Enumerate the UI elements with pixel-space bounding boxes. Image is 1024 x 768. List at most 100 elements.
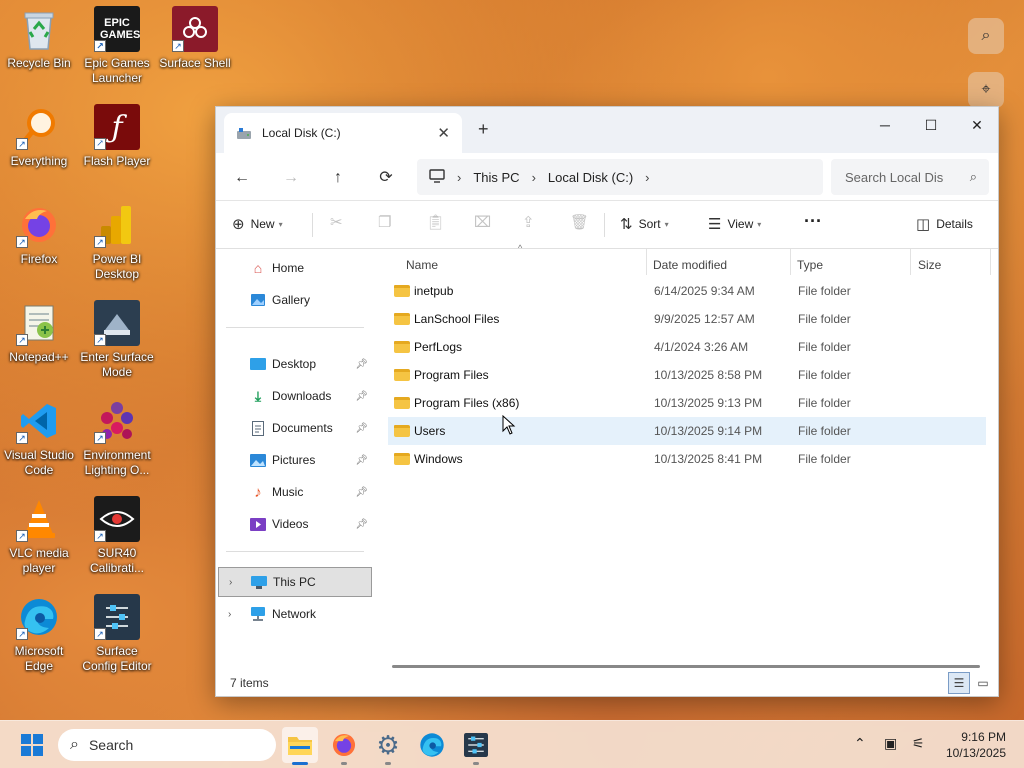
sort-button[interactable]: ⇅ Sort ▾: [620, 215, 669, 233]
pin-icon[interactable]: 📌︎: [355, 455, 368, 466]
system-clock[interactable]: 9:16 PM 10/13/2025: [946, 729, 1006, 761]
address-bar[interactable]: › This PC › Local Disk (C:) ›: [417, 159, 823, 195]
chevron-right-icon[interactable]: ›: [229, 577, 232, 588]
pin-icon[interactable]: 📌︎: [355, 519, 368, 530]
more-options-button[interactable]: ···: [804, 211, 822, 232]
horizontal-scrollbar[interactable]: [392, 665, 980, 668]
tiles-view-button[interactable]: ▭: [972, 672, 994, 694]
desktop-icon-flash-player[interactable]: ƒ ↗ Flash Player: [78, 104, 156, 200]
close-window-button[interactable]: ✕: [954, 111, 1000, 139]
settings-icon: ⚙: [376, 729, 400, 760]
edge-floating-button-bottom[interactable]: ⌖: [968, 72, 1004, 108]
file-row[interactable]: inetpub 6/14/2025 9:34 AM File folder: [388, 277, 986, 305]
up-button[interactable]: ↑: [324, 165, 352, 191]
back-button[interactable]: ←: [228, 165, 256, 191]
desktop-icon-sur40-calibration[interactable]: ↗ SUR40 Calibrati...: [78, 496, 156, 592]
nav-item-home[interactable]: ⌂ Home: [218, 253, 372, 283]
shortcut-arrow-icon: ↗: [94, 236, 106, 248]
taskbar-app-firefox[interactable]: [326, 727, 362, 765]
pin-icon[interactable]: 📌︎: [355, 359, 368, 370]
maximize-button[interactable]: ☐: [908, 111, 954, 139]
show-hidden-icons-chevron-icon[interactable]: ⌃: [854, 735, 866, 752]
file-row[interactable]: LanSchool Files 9/9/2025 12:57 AM File f…: [388, 305, 986, 333]
copy-icon[interactable]: ❐: [378, 213, 391, 231]
desktop-icon-environment-lighting[interactable]: ↗ Environment Lighting O...: [78, 398, 156, 494]
breadcrumb-this-pc[interactable]: This PC: [473, 170, 519, 185]
desktop-icon-epic-games[interactable]: EPIC GAMES ↗ Epic Games Launcher: [78, 6, 156, 102]
file-row-hovered[interactable]: Users 10/13/2025 9:14 PM File folder: [388, 417, 986, 445]
desktop-icon-enter-surface-mode[interactable]: ↗ Enter Surface Mode: [78, 300, 156, 396]
column-header-date[interactable]: Date modified: [653, 253, 727, 277]
rename-icon[interactable]: ⌧: [474, 213, 491, 231]
chevron-right-icon[interactable]: ›: [228, 609, 231, 620]
tab-local-disk[interactable]: Local Disk (C:) ✕: [224, 113, 462, 153]
edge-floating-button-top[interactable]: ⌕: [968, 18, 1004, 54]
device-status-icon[interactable]: ▣: [884, 735, 897, 752]
file-row[interactable]: Program Files 10/13/2025 8:58 PM File fo…: [388, 361, 986, 389]
desktop-icon-vscode[interactable]: ↗ Visual Studio Code: [0, 398, 78, 494]
close-tab-icon[interactable]: ✕: [437, 124, 450, 142]
nav-item-downloads[interactable]: ⤓ Downloads 📌︎: [218, 381, 372, 411]
search-box[interactable]: Search Local Dis ⌕: [831, 159, 989, 195]
view-list-icon: ☰: [708, 216, 722, 233]
nav-item-gallery[interactable]: Gallery: [218, 285, 372, 315]
desktop-icon-power-bi[interactable]: ↗ Power BI Desktop: [78, 202, 156, 298]
column-header-type[interactable]: Type: [797, 253, 823, 277]
desktop-icon-edge[interactable]: ↗ Microsoft Edge: [0, 594, 78, 690]
nav-item-documents[interactable]: Documents 📌︎: [218, 413, 372, 443]
item-count: 7 items: [230, 676, 269, 690]
file-row[interactable]: PerfLogs 4/1/2024 3:26 AM File folder: [388, 333, 986, 361]
column-divider[interactable]: [910, 249, 911, 275]
taskbar-search[interactable]: ⌕ Search: [58, 729, 276, 761]
details-view-button[interactable]: ☰: [948, 672, 970, 694]
network-status-icon[interactable]: ⚟: [912, 735, 925, 752]
column-divider[interactable]: [646, 249, 647, 275]
new-button[interactable]: ⊕ New ▾: [232, 215, 283, 233]
desktop-icon-notepad-plus-plus[interactable]: ↗ Notepad++: [0, 300, 78, 396]
minimize-button[interactable]: ─: [862, 111, 908, 139]
details-pane-button[interactable]: ◫ Details: [916, 215, 973, 233]
folder-icon: [394, 285, 410, 297]
nav-item-this-pc[interactable]: › This PC: [218, 567, 372, 597]
nav-item-pictures[interactable]: Pictures 📌︎: [218, 445, 372, 475]
forward-button[interactable]: →: [277, 165, 305, 191]
pin-icon[interactable]: 📌︎: [355, 487, 368, 498]
new-tab-button[interactable]: +: [478, 119, 489, 140]
taskbar-app-surface-config-editor[interactable]: [458, 727, 494, 765]
file-row[interactable]: Program Files (x86) 10/13/2025 9:13 PM F…: [388, 389, 986, 417]
cut-icon[interactable]: ✂: [330, 213, 343, 231]
shortcut-arrow-icon: ↗: [94, 628, 106, 640]
paste-icon[interactable]: 📋︎: [426, 213, 445, 231]
nav-item-music[interactable]: ♪ Music 📌︎: [218, 477, 372, 507]
monitor-icon: [429, 168, 445, 186]
column-header-size[interactable]: Size: [918, 253, 941, 277]
start-button[interactable]: [14, 727, 50, 763]
desktop-icon-recycle-bin[interactable]: Recycle Bin: [0, 6, 78, 102]
desktop-icon-surface-shell[interactable]: ↗ Surface Shell: [156, 6, 234, 102]
taskbar-app-settings[interactable]: ⚙: [370, 727, 406, 765]
taskbar-app-edge[interactable]: [414, 727, 450, 763]
delete-icon[interactable]: 🗑︎: [570, 213, 589, 231]
tab-title: Local Disk (C:): [262, 126, 341, 140]
breadcrumb-local-disk[interactable]: Local Disk (C:): [548, 170, 633, 185]
desktop-icon-vlc[interactable]: ↗ VLC media player: [0, 496, 78, 592]
taskbar-app-file-explorer[interactable]: [282, 727, 318, 765]
view-button[interactable]: ☰ View ▾: [708, 215, 761, 233]
column-divider[interactable]: [990, 249, 991, 275]
nav-item-videos[interactable]: Videos 📌︎: [218, 509, 372, 539]
share-icon[interactable]: ⇪: [522, 213, 535, 231]
chevron-right-icon[interactable]: ›: [645, 170, 649, 185]
desktop-icon-surface-config-editor[interactable]: ↗ Surface Config Editor: [78, 594, 156, 690]
nav-item-desktop[interactable]: Desktop 📌︎: [218, 349, 372, 379]
pin-icon[interactable]: 📌︎: [355, 391, 368, 402]
nav-item-network[interactable]: › Network: [218, 599, 372, 629]
clock-time: 9:16 PM: [961, 730, 1006, 744]
column-header-name[interactable]: Name: [406, 253, 438, 277]
file-row[interactable]: Windows 10/13/2025 8:41 PM File folder: [388, 445, 986, 473]
refresh-button[interactable]: ⟳: [372, 165, 400, 191]
desktop-icon-everything[interactable]: ↗ Everything: [0, 104, 78, 200]
pin-icon[interactable]: 📌︎: [355, 423, 368, 434]
desktop-icon-firefox[interactable]: ↗ Firefox: [0, 202, 78, 298]
column-divider[interactable]: [790, 249, 791, 275]
clock-date: 10/13/2025: [945, 746, 1006, 760]
